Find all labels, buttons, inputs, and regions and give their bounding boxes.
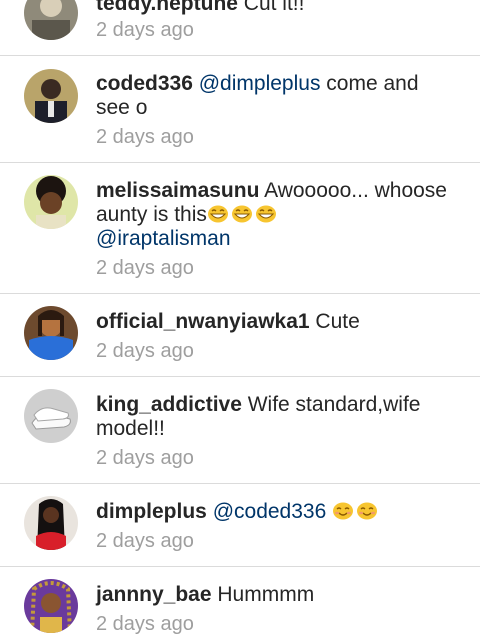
comment-text: Cute xyxy=(309,310,360,333)
avatar[interactable] xyxy=(24,175,78,229)
comment-mention[interactable]: @coded336 xyxy=(213,500,327,523)
comment-text: Cut it!! xyxy=(237,0,305,15)
comment-timestamp: 2 days ago xyxy=(96,257,194,279)
comment-row: teddy.neptune Cut it!! 2 days ago xyxy=(0,0,480,54)
comment-mention[interactable]: @iraptalisman xyxy=(96,227,231,250)
comment-username[interactable]: teddy.neptune xyxy=(96,0,238,15)
avatar[interactable] xyxy=(24,579,78,633)
avatar[interactable] xyxy=(24,389,78,443)
comment-username[interactable]: jannny_bae xyxy=(96,583,212,606)
avatar[interactable] xyxy=(24,306,78,360)
comment-timestamp: 2 days ago xyxy=(96,340,194,362)
comment-mention[interactable]: @dimpleplus xyxy=(199,72,321,95)
comment-row: dimpleplus @coded336 2 days ago xyxy=(0,484,480,566)
comment-username[interactable]: king_addictive xyxy=(96,393,242,416)
comment-row: king_addictive Wife standard,wife model!… xyxy=(0,377,480,483)
comment-text: Hummmm xyxy=(211,583,315,606)
comment-username[interactable]: coded336 xyxy=(96,72,193,95)
comment-username[interactable]: dimpleplus xyxy=(96,500,207,523)
comment-username[interactable]: melissaimasunu xyxy=(96,179,259,202)
comment-timestamp: 2 days ago xyxy=(96,126,194,148)
comment-timestamp: 2 days ago xyxy=(96,613,194,635)
avatar[interactable] xyxy=(24,69,78,123)
comment-row: official_nwanyiawka1 Cute 2 days ago xyxy=(0,294,480,376)
comment-timestamp: 2 days ago xyxy=(96,447,194,469)
comment-row: coded336 @dimpleplus come and see o 2 da… xyxy=(0,56,480,162)
grinning-face-emoji xyxy=(255,205,277,223)
avatar[interactable] xyxy=(24,0,78,40)
grinning-face-emoji xyxy=(231,205,253,223)
comment-username[interactable]: official_nwanyiawka1 xyxy=(96,310,310,333)
comment-timestamp: 2 days ago xyxy=(96,530,194,552)
comment-row: melissaimasunu Awooooo... whoose aunty i… xyxy=(0,163,480,293)
grinning-face-emoji xyxy=(207,205,229,223)
comment-timestamp: 2 days ago xyxy=(96,19,194,41)
avatar[interactable] xyxy=(24,496,78,550)
smiling-face-emoji xyxy=(332,502,354,520)
comment-row: jannny_bae Hummmm 2 days ago xyxy=(0,567,480,635)
smiling-face-emoji xyxy=(356,502,378,520)
